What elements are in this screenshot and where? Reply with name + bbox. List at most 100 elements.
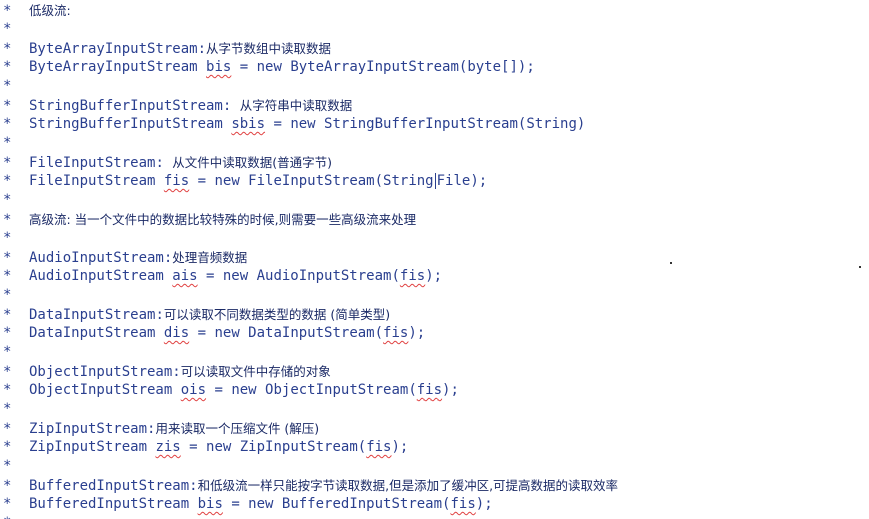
- description: 可以读取文件中存储的对象: [180, 364, 331, 379]
- code-line[interactable]: * 高级流: 当一个文件中的数据比较特殊的时候,则需要一些高级流来处理: [3, 210, 416, 229]
- class-name: DataInputStream: [29, 307, 156, 323]
- code-line[interactable]: * ByteArrayInputStream bis = new ByteArra…: [3, 58, 535, 77]
- statement-rest: = new AudioInputStream(: [197, 268, 400, 284]
- comment-marker: *: [3, 155, 12, 171]
- class-name: StringBufferInputStream: [29, 116, 223, 132]
- variable-name: sbis: [231, 116, 266, 132]
- code-line[interactable]: *: [3, 343, 29, 362]
- variable-name: bis: [206, 59, 232, 75]
- argument-name: fis: [383, 325, 409, 341]
- comment-marker: *: [3, 21, 12, 37]
- stray-pixel: [670, 262, 672, 264]
- comment-marker: *: [3, 41, 12, 57]
- statement-rest: = new BufferedInputStream(: [222, 496, 451, 512]
- section-heading: 高级流: 当一个文件中的数据比较特殊的时候,则需要一些高级流来处理: [29, 212, 417, 227]
- statement-rest: = new StringBufferInputStream(String): [265, 116, 586, 132]
- comment-marker: *: [3, 514, 29, 519]
- comment-marker: *: [3, 458, 12, 474]
- code-line[interactable]: *: [3, 457, 29, 476]
- separator: :: [222, 98, 240, 114]
- code-line[interactable]: * StringBufferInputStream sbis = new Stri…: [3, 115, 585, 134]
- class-name: DataInputStream: [29, 325, 156, 341]
- comment-marker: *: [3, 439, 12, 455]
- section-heading: 低级流:: [29, 3, 71, 18]
- description: 可以读取不同数据类型的数据 (简单类型): [163, 307, 391, 322]
- comment-marker: *: [3, 192, 12, 208]
- statement-rest: = new ObjectInputStream(: [206, 382, 417, 398]
- statement-rest: = new ZipInputStream(: [180, 439, 367, 455]
- comment-marker: *: [3, 496, 12, 512]
- class-name: BufferedInputStream: [29, 478, 190, 494]
- comment-marker: *: [3, 212, 12, 228]
- separator: :: [172, 364, 181, 380]
- code-line[interactable]: *: [3, 77, 29, 96]
- separator: :: [197, 41, 207, 57]
- description: 从文件中读取数据(普通字节): [172, 155, 333, 170]
- code-line[interactable]: * DataInputStream dis = new DataInputStre…: [3, 324, 425, 343]
- code-line[interactable]: * BufferedInputStream bis = new BufferedI…: [3, 495, 493, 514]
- class-name: AudioInputStream: [29, 250, 164, 266]
- code-line[interactable]: * ByteArrayInputStream:从字节数组中读取数据: [3, 39, 331, 58]
- class-name: ZipInputStream: [29, 421, 148, 437]
- comment-marker: *: [3, 421, 12, 437]
- description: 从字符串中读取数据: [239, 98, 353, 113]
- code-line[interactable]: *: [3, 20, 29, 39]
- code-line[interactable]: *: [3, 400, 29, 419]
- argument-name: fis: [366, 439, 392, 455]
- statement-end: );: [391, 439, 409, 455]
- comment-marker: *: [3, 230, 12, 246]
- separator: :: [155, 155, 173, 171]
- code-line[interactable]: * AudioInputStream ais = new AudioInputSt…: [3, 267, 442, 286]
- comment-marker: *: [3, 59, 12, 75]
- code-line[interactable]: * ZipInputStream:用来读取一个压缩文件 (解压): [3, 419, 319, 438]
- class-name: ZipInputStream: [29, 439, 148, 455]
- code-editor[interactable]: * 低级流: * * ByteArrayInputStream:从字节数组中读取数据 * B…: [0, 0, 869, 519]
- code-line[interactable]: * ObjectInputStream ois = new ObjectInput…: [3, 381, 459, 400]
- class-name: ByteArrayInputStream: [29, 59, 198, 75]
- code-line[interactable]: *: [3, 229, 29, 248]
- code-line[interactable]: * FileInputStream: 从文件中读取数据(普通字节): [3, 153, 332, 172]
- code-line[interactable]: * ZipInputStream zis = new ZipInputStream…: [3, 438, 408, 457]
- class-name: ObjectInputStream: [29, 364, 173, 380]
- comment-marker: *: [3, 344, 12, 360]
- code-line[interactable]: * AudioInputStream:处理音频数据: [3, 248, 247, 267]
- code-line[interactable]: * FileInputStream fis = new FileInputStre…: [3, 172, 488, 191]
- comment-marker: *: [3, 135, 12, 151]
- class-name: FileInputStream: [29, 173, 156, 189]
- class-name: BufferedInputStream: [29, 496, 190, 512]
- comment-marker: *: [3, 78, 12, 94]
- class-name: FileInputStream: [29, 155, 156, 171]
- comment-marker: *: [3, 478, 12, 494]
- code-line[interactable]: * DataInputStream:可以读取不同数据类型的数据 (简单类型): [3, 305, 390, 324]
- separator: :: [189, 478, 198, 494]
- code-line[interactable]: * StringBufferInputStream: 从字符串中读取数据: [3, 96, 352, 115]
- code-line[interactable]: * BufferedInputStream:和低级流一样只能按字节读取数据,但是添…: [3, 476, 618, 495]
- statement-rest: = new FileInputStream(String: [189, 173, 434, 189]
- argument-name: fis: [450, 496, 476, 512]
- code-line[interactable]: *: [3, 286, 29, 305]
- class-name: AudioInputStream: [29, 268, 164, 284]
- code-line[interactable]: *: [3, 134, 29, 153]
- comment-marker: *: [3, 325, 12, 341]
- comment-marker: *: [3, 3, 12, 19]
- code-line[interactable]: * ObjectInputStream:可以读取文件中存储的对象: [3, 362, 331, 381]
- class-name: ObjectInputStream: [29, 382, 173, 398]
- comment-marker: *: [3, 98, 12, 114]
- comment-marker: *: [3, 287, 12, 303]
- comment-marker: *: [3, 268, 12, 284]
- code-line[interactable]: * 低级流:: [3, 1, 71, 20]
- statement-end: );: [442, 382, 459, 398]
- variable-name: ais: [172, 268, 198, 284]
- text-cursor-segment: File);: [434, 173, 488, 189]
- statement-rest: = new DataInputStream(: [189, 325, 384, 341]
- argument-name: fis: [416, 382, 443, 398]
- variable-name: bis: [197, 496, 223, 512]
- separator: :: [155, 307, 164, 323]
- comment-marker: *: [3, 382, 12, 398]
- code-line[interactable]: *: [3, 191, 29, 210]
- code-line[interactable]: *: [3, 514, 29, 519]
- variable-name: ois: [180, 382, 207, 398]
- comment-marker: *: [3, 307, 12, 323]
- class-name: StringBufferInputStream: [29, 98, 223, 114]
- description: 用来读取一个压缩文件 (解压): [155, 421, 320, 436]
